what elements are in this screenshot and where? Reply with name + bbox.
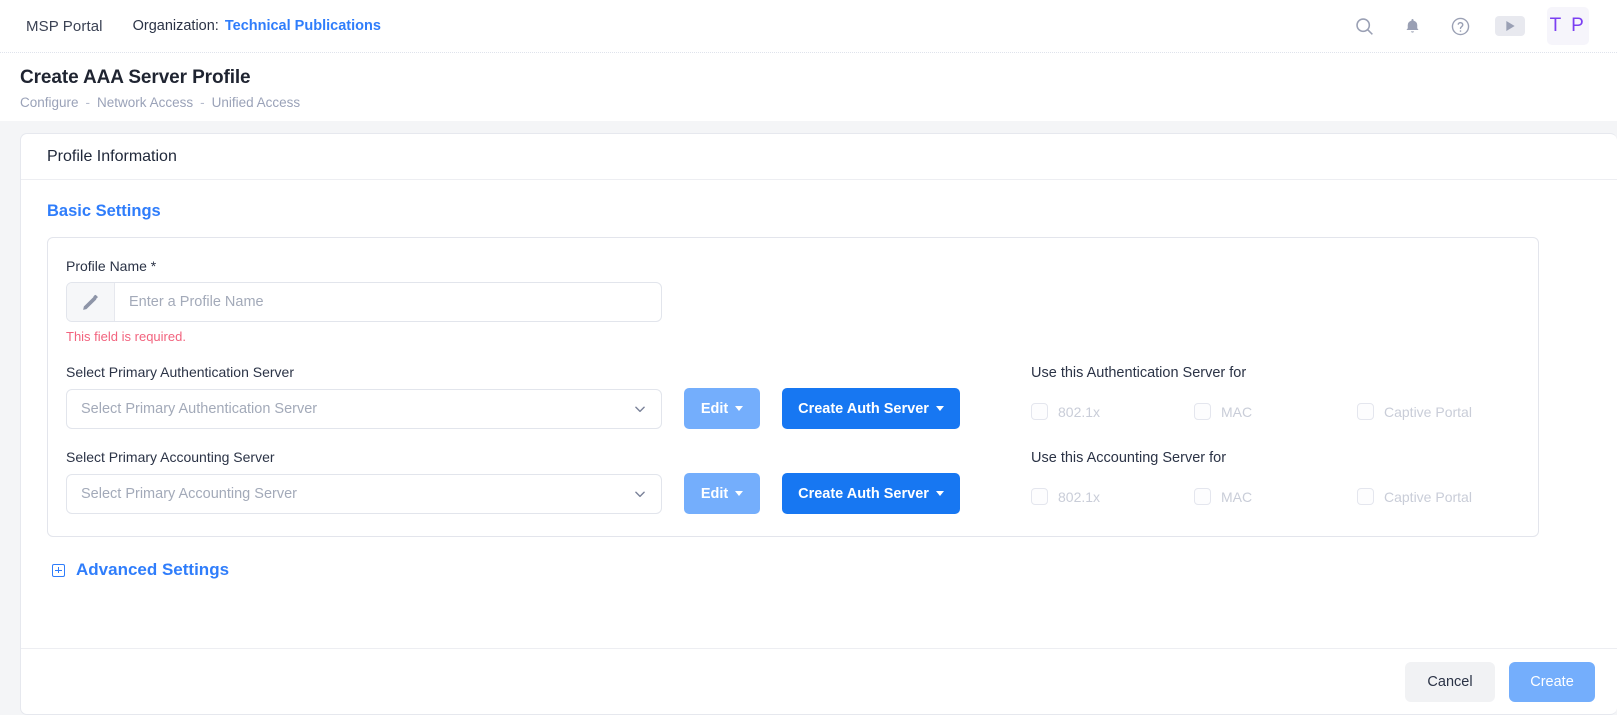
acct-usage-option-mac[interactable]: MAC <box>1194 488 1357 505</box>
organization-label: Organization: <box>133 18 219 34</box>
top-bar-left: MSP Portal Organization: Technical Publi… <box>0 18 381 35</box>
caret-down-icon <box>735 406 743 411</box>
cancel-button[interactable]: Cancel <box>1405 662 1495 702</box>
basic-settings-fieldset: Profile Name * This field is required. S… <box>47 237 1539 537</box>
accounting-server-left: Select Primary Accounting Server Select … <box>66 449 1026 514</box>
breadcrumb-separator: - <box>200 95 205 110</box>
acct-server-select-value: Select Primary Accounting Server <box>81 486 297 502</box>
checkbox-icon[interactable] <box>1031 488 1048 505</box>
acct-server-label: Select Primary Accounting Server <box>66 449 1026 465</box>
search-icon[interactable] <box>1351 13 1377 39</box>
acct-server-create-label: Create Auth Server <box>798 486 929 502</box>
caret-down-icon <box>936 491 944 496</box>
top-bar: MSP Portal Organization: Technical Publi… <box>0 0 1617 53</box>
caret-down-icon <box>735 491 743 496</box>
caret-down-icon <box>936 406 944 411</box>
page-header: Create AAA Server Profile Configure - Ne… <box>0 53 1617 121</box>
card-title: Profile Information <box>21 134 1617 180</box>
app-brand: MSP Portal <box>26 18 103 35</box>
profile-name-error: This field is required. <box>66 329 1520 344</box>
accounting-server-row: Select Primary Accounting Server Select … <box>66 449 1520 514</box>
profile-name-input-group[interactable] <box>66 282 662 322</box>
page-body: Profile Information Basic Settings Profi… <box>0 121 1617 715</box>
acct-usage-option-captive-portal[interactable]: Captive Portal <box>1357 488 1520 505</box>
acct-usage-option-label: MAC <box>1221 489 1252 505</box>
acct-usage-checkboxes: 802.1x MAC Captive Portal <box>1031 488 1520 505</box>
auth-server-create-label: Create Auth Server <box>798 401 929 417</box>
authentication-server-left: Select Primary Authentication Server Sel… <box>66 364 1026 429</box>
acct-server-select[interactable]: Select Primary Accounting Server <box>66 474 662 514</box>
organization-selector: Organization: Technical Publications <box>133 18 381 34</box>
acct-server-edit-label: Edit <box>701 486 728 502</box>
breadcrumb-item-configure[interactable]: Configure <box>20 95 79 110</box>
create-button[interactable]: Create <box>1509 662 1595 702</box>
auth-usage-option-8021x[interactable]: 802.1x <box>1031 403 1194 420</box>
acct-usage-option-label: Captive Portal <box>1384 489 1472 505</box>
auth-server-select[interactable]: Select Primary Authentication Server <box>66 389 662 429</box>
auth-server-create-button[interactable]: Create Auth Server <box>782 388 960 429</box>
auth-usage-option-mac[interactable]: MAC <box>1194 403 1357 420</box>
page-title: Create AAA Server Profile <box>20 67 1617 89</box>
top-bar-actions: T P <box>1351 7 1599 45</box>
checkbox-icon[interactable] <box>1357 488 1374 505</box>
checkbox-icon[interactable] <box>1194 403 1211 420</box>
breadcrumb: Configure - Network Access - Unified Acc… <box>20 95 1617 110</box>
breadcrumb-item-unified-access[interactable]: Unified Access <box>212 95 301 110</box>
plus-square-icon <box>52 564 65 577</box>
help-icon[interactable] <box>1447 13 1473 39</box>
advanced-settings-label: Advanced Settings <box>76 560 229 580</box>
auth-usage-option-label: MAC <box>1221 404 1252 420</box>
auth-usage-checkboxes: 802.1x MAC Captive Portal <box>1031 403 1520 420</box>
breadcrumb-item-network-access[interactable]: Network Access <box>97 95 193 110</box>
checkbox-icon[interactable] <box>1194 488 1211 505</box>
auth-usage-option-label: Captive Portal <box>1384 404 1472 420</box>
auth-usage-option-captive-portal[interactable]: Captive Portal <box>1357 403 1520 420</box>
avatar[interactable]: T P <box>1547 7 1589 45</box>
auth-server-label: Select Primary Authentication Server <box>66 364 1026 380</box>
auth-server-edit-button[interactable]: Edit <box>684 388 760 429</box>
card-body: Basic Settings Profile Name * This field… <box>21 180 1617 648</box>
checkbox-icon[interactable] <box>1031 403 1048 420</box>
acct-server-controls: Select Primary Accounting Server Edit <box>66 473 1026 514</box>
profile-name-input[interactable] <box>115 283 661 321</box>
profile-name-label: Profile Name * <box>66 258 1520 274</box>
section-title-basic-settings: Basic Settings <box>47 202 1617 221</box>
chevron-down-icon <box>633 402 647 416</box>
auth-server-edit-label: Edit <box>701 401 728 417</box>
auth-usage-label: Use this Authentication Server for <box>1031 365 1520 381</box>
authentication-server-usage: Use this Authentication Server for 802.1… <box>1026 364 1520 420</box>
bell-icon[interactable] <box>1399 13 1425 39</box>
card-footer: Cancel Create <box>21 648 1617 714</box>
auth-server-controls: Select Primary Authentication Server Edi… <box>66 388 1026 429</box>
breadcrumb-separator: - <box>86 95 91 110</box>
accounting-server-usage: Use this Accounting Server for 802.1x MA… <box>1026 449 1520 505</box>
pencil-icon <box>67 283 115 321</box>
authentication-server-row: Select Primary Authentication Server Sel… <box>66 364 1520 429</box>
auth-usage-option-label: 802.1x <box>1058 404 1100 420</box>
checkbox-icon[interactable] <box>1357 403 1374 420</box>
organization-value[interactable]: Technical Publications <box>225 18 381 34</box>
profile-information-card: Profile Information Basic Settings Profi… <box>20 133 1617 715</box>
chevron-down-icon <box>633 487 647 501</box>
play-icon[interactable] <box>1495 16 1525 36</box>
acct-usage-option-label: 802.1x <box>1058 489 1100 505</box>
advanced-settings-toggle[interactable]: Advanced Settings <box>52 560 262 580</box>
acct-usage-option-8021x[interactable]: 802.1x <box>1031 488 1194 505</box>
acct-server-create-button[interactable]: Create Auth Server <box>782 473 960 514</box>
acct-usage-label: Use this Accounting Server for <box>1031 450 1520 466</box>
auth-server-select-value: Select Primary Authentication Server <box>81 401 317 417</box>
acct-server-edit-button[interactable]: Edit <box>684 473 760 514</box>
